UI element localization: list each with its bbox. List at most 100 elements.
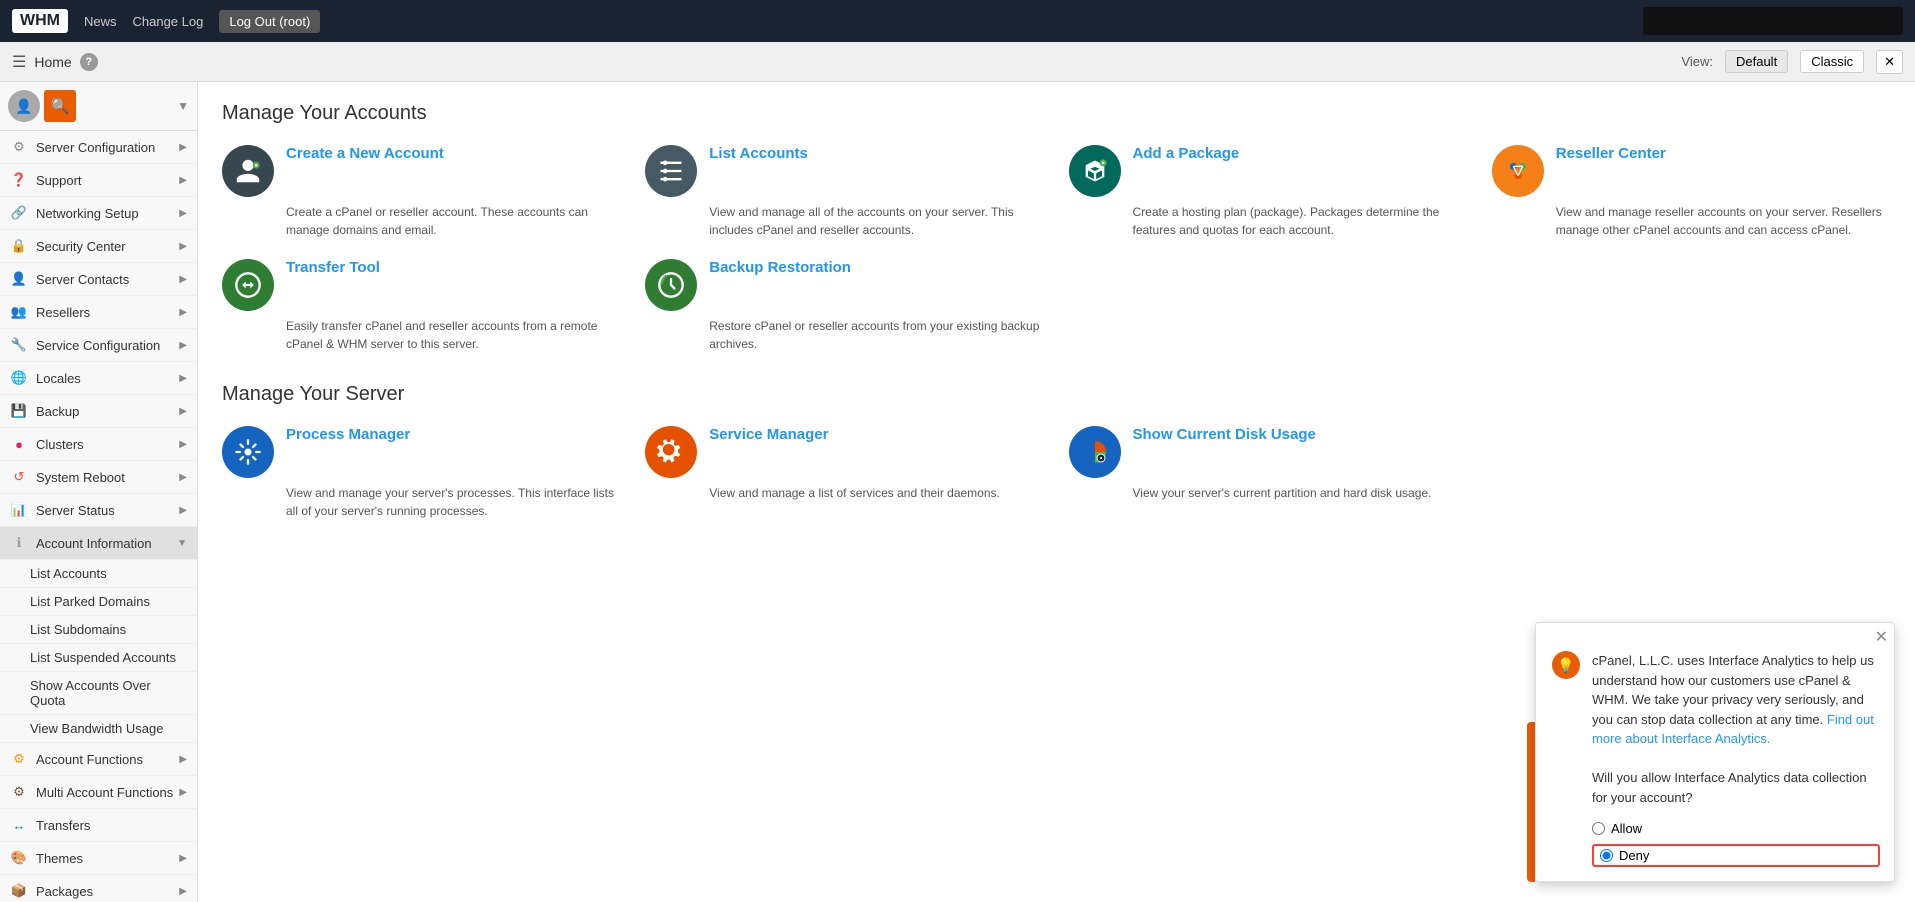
sub-item-list-subdomains[interactable]: List Subdomains: [0, 616, 197, 644]
whm-logo: WHM: [12, 9, 68, 33]
popup-bulb-icon: 💡: [1552, 651, 1580, 679]
sidebar-item-server-contacts[interactable]: 👤 Server Contacts ▶: [0, 263, 197, 296]
popup-text2: Will you allow Interface Analytics data …: [1592, 770, 1867, 805]
card-list-accounts: List Accounts View and manage all of the…: [645, 145, 1044, 239]
arrow-locales: ▶: [179, 373, 187, 384]
sidebar-collapse-arrow[interactable]: ▼: [177, 99, 189, 113]
arrow-account-information: ▼: [177, 538, 187, 549]
sidebar-item-themes[interactable]: 🎨 Themes ▶: [0, 842, 197, 875]
arrow-server-contacts: ▶: [179, 274, 187, 285]
sidebar-label-security-center: Security Center: [36, 239, 126, 254]
view-classic-button[interactable]: Classic: [1800, 50, 1864, 73]
sidebar-item-security-center[interactable]: 🔒 Security Center ▶: [0, 230, 197, 263]
disk-usage-link[interactable]: Show Current Disk Usage: [1133, 426, 1316, 443]
transfer-tool-link[interactable]: Transfer Tool: [286, 259, 380, 276]
allow-radio[interactable]: [1592, 822, 1605, 835]
arrow-support: ▶: [179, 175, 187, 186]
allow-option[interactable]: Allow: [1592, 821, 1880, 836]
view-default-button[interactable]: Default: [1725, 50, 1788, 73]
help-icon[interactable]: ?: [80, 53, 98, 71]
transfer-tool-icon: [222, 259, 274, 311]
sidebar-item-server-status[interactable]: 📊 Server Status ▶: [0, 494, 197, 527]
breadcrumb-home[interactable]: Home: [34, 54, 71, 70]
sidebar-search-icon[interactable]: 🔍: [44, 90, 76, 122]
arrow-themes: ▶: [179, 853, 187, 864]
arrow-multi-account-functions: ▶: [179, 787, 187, 798]
backup-restoration-link[interactable]: Backup Restoration: [709, 259, 851, 276]
transfers-icon: ↔: [10, 816, 28, 834]
view-close-button[interactable]: ✕: [1876, 50, 1903, 74]
card-add-package: Add a Package Create a hosting plan (pac…: [1069, 145, 1468, 239]
sidebar-top: 👤 🔍 ▼: [0, 82, 197, 131]
logout-button[interactable]: Log Out (root): [219, 10, 320, 33]
sidebar-item-transfers[interactable]: ↔ Transfers: [0, 809, 197, 842]
sidebar-item-account-information[interactable]: ℹ Account Information ▼: [0, 527, 197, 560]
main-layout: 👤 🔍 ▼ ⚙ Server Configuration ▶ ❓ Support…: [0, 82, 1915, 902]
popup-text: cPanel, L.L.C. uses Interface Analytics …: [1592, 651, 1880, 807]
sidebar-label-account-functions: Account Functions: [36, 752, 143, 767]
arrow-resellers: ▶: [179, 307, 187, 318]
card-transfer-tool: Transfer Tool Easily transfer cPanel and…: [222, 259, 621, 353]
list-accounts-link[interactable]: List Accounts: [709, 145, 808, 162]
sidebar-item-locales[interactable]: 🌐 Locales ▶: [0, 362, 197, 395]
server-contacts-icon: 👤: [10, 270, 28, 288]
create-account-link[interactable]: Create a New Account: [286, 145, 444, 162]
top-navigation: WHM News Change Log Log Out (root): [0, 0, 1915, 42]
sub-item-list-accounts[interactable]: List Accounts: [0, 560, 197, 588]
sidebar-item-packages[interactable]: 📦 Packages ▶: [0, 875, 197, 902]
view-label: View:: [1681, 54, 1713, 69]
reseller-center-link[interactable]: Reseller Center: [1556, 145, 1666, 162]
backup-icon: 💾: [10, 402, 28, 420]
server-cards: Process Manager View and manage your ser…: [222, 426, 1891, 520]
server-config-icon: ⚙: [10, 138, 28, 156]
popup-close-button[interactable]: ✕: [1875, 627, 1888, 647]
card-process-manager: Process Manager View and manage your ser…: [222, 426, 621, 520]
sidebar-label-server-configuration: Server Configuration: [36, 140, 155, 155]
add-package-link[interactable]: Add a Package: [1133, 145, 1240, 162]
process-manager-desc: View and manage your server's processes.…: [286, 484, 621, 520]
sidebar-item-support[interactable]: ❓ Support ▶: [0, 164, 197, 197]
service-manager-link[interactable]: Service Manager: [709, 426, 828, 443]
sidebar-label-account-information: Account Information: [36, 536, 152, 551]
sub-item-show-accounts-over-quota[interactable]: Show Accounts Over Quota: [0, 672, 197, 715]
sidebar-item-resellers[interactable]: 👥 Resellers ▶: [0, 296, 197, 329]
disk-usage-desc: View your server's current partition and…: [1133, 484, 1468, 502]
allow-label: Allow: [1611, 821, 1642, 836]
process-manager-link[interactable]: Process Manager: [286, 426, 410, 443]
networking-icon: 🔗: [10, 204, 28, 222]
sidebar-item-account-functions[interactable]: ⚙ Account Functions ▶: [0, 743, 197, 776]
sidebar-item-clusters[interactable]: ● Clusters ▶: [0, 428, 197, 461]
packages-icon: 📦: [10, 882, 28, 900]
sub-item-view-bandwidth-usage[interactable]: View Bandwidth Usage: [0, 715, 197, 743]
service-manager-desc: View and manage a list of services and t…: [709, 484, 1044, 502]
sidebar-label-packages: Packages: [36, 884, 93, 899]
analytics-popup: ✕ 💡 cPanel, L.L.C. uses Interface Analyt…: [1535, 622, 1895, 882]
sidebar-item-networking-setup[interactable]: 🔗 Networking Setup ▶: [0, 197, 197, 230]
popup-body: 💡 cPanel, L.L.C. uses Interface Analytic…: [1536, 651, 1894, 821]
sidebar-item-system-reboot[interactable]: ↺ System Reboot ▶: [0, 461, 197, 494]
deny-label: Deny: [1619, 848, 1649, 863]
search-bar-top[interactable]: [1643, 7, 1903, 35]
arrow-packages: ▶: [179, 886, 187, 897]
sidebar-label-clusters: Clusters: [36, 437, 84, 452]
account-functions-icon: ⚙: [10, 750, 28, 768]
card-reseller-center: Reseller Center View and manage reseller…: [1492, 145, 1891, 239]
sub-item-list-suspended-accounts[interactable]: List Suspended Accounts: [0, 644, 197, 672]
disk-usage-icon: [1069, 426, 1121, 478]
sidebar-item-multi-account-functions[interactable]: ⚙ Multi Account Functions ▶: [0, 776, 197, 809]
sidebar-item-backup[interactable]: 💾 Backup ▶: [0, 395, 197, 428]
deny-radio[interactable]: [1600, 849, 1613, 862]
arrow-system-reboot: ▶: [179, 472, 187, 483]
locales-icon: 🌐: [10, 369, 28, 387]
deny-option[interactable]: Deny: [1592, 844, 1880, 867]
sidebar-item-service-configuration[interactable]: 🔧 Service Configuration ▶: [0, 329, 197, 362]
sub-item-list-parked-domains[interactable]: List Parked Domains: [0, 588, 197, 616]
sidebar-item-server-configuration[interactable]: ⚙ Server Configuration ▶: [0, 131, 197, 164]
sidebar: 👤 🔍 ▼ ⚙ Server Configuration ▶ ❓ Support…: [0, 82, 198, 902]
hamburger-icon[interactable]: ☰: [12, 52, 26, 72]
news-link[interactable]: News: [84, 14, 117, 29]
arrow-clusters: ▶: [179, 439, 187, 450]
changelog-link[interactable]: Change Log: [133, 14, 204, 29]
security-icon: 🔒: [10, 237, 28, 255]
sidebar-label-backup: Backup: [36, 404, 79, 419]
